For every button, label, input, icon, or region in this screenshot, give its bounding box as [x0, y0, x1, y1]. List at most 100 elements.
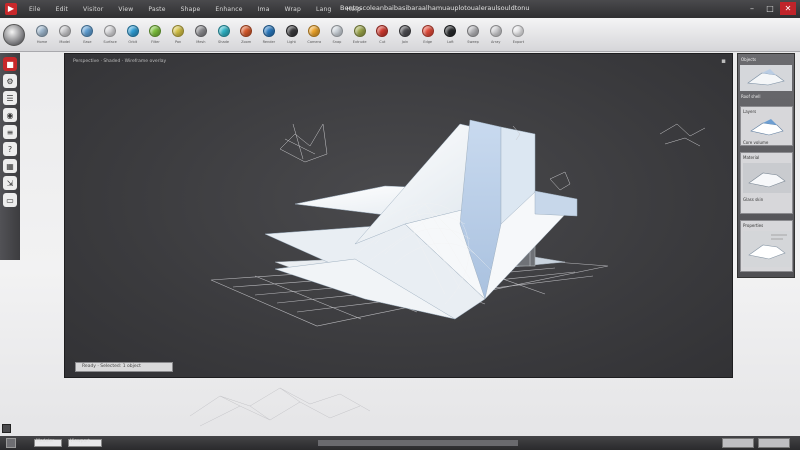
- material-thumbnail[interactable]: [743, 163, 791, 193]
- object-list-item[interactable]: Roof shell: [741, 94, 760, 99]
- tool-label: Model: [59, 40, 70, 44]
- tray-clock[interactable]: [722, 438, 754, 448]
- tool-button[interactable]: Pan: [167, 25, 189, 44]
- left-dock: ■ ⚙ ☰ ◉ ≡? ▦ ⇲ ▭: [0, 53, 20, 260]
- tool-button[interactable]: Join: [394, 25, 416, 44]
- surface-icon: [104, 25, 117, 37]
- camera-icon: [308, 25, 321, 37]
- tool-label: Extrude: [352, 40, 367, 44]
- 3d-viewport[interactable]: Perspective · Shaded · Wireframe overlay…: [64, 53, 733, 378]
- start-button[interactable]: [6, 438, 16, 448]
- tool-group: Home Model Ease Surface Orbit Filter Pan Mesh Sh…: [31, 25, 530, 44]
- edge-icon: [421, 25, 434, 37]
- tool-button[interactable]: Edge: [417, 25, 439, 44]
- tool-button[interactable]: Loft: [439, 25, 461, 44]
- tool-label: Pan: [174, 40, 182, 44]
- tool-button[interactable]: Ease: [76, 25, 98, 44]
- tool-button[interactable]: Array: [485, 25, 507, 44]
- title-bar: ▶ Eile Edit Visitor View Paste Shape Enhance Im…: [0, 0, 800, 18]
- right-panel: Objects Roof shell Layers Core volume Ma…: [737, 53, 795, 278]
- layer-thumbnail[interactable]: [747, 117, 787, 139]
- tool-label: Export: [512, 40, 525, 44]
- sweep-icon: [467, 25, 480, 37]
- camera-icon[interactable]: ◉: [3, 108, 17, 122]
- minimize-button[interactable]: –: [744, 2, 760, 15]
- tool-button[interactable]: Cut: [371, 25, 393, 44]
- shade-icon: [217, 25, 230, 37]
- tool-button[interactable]: Shade: [213, 25, 235, 44]
- model-icon: [58, 25, 71, 37]
- menu-bar: Eile Edit Visitor View Paste Shape Enhance Ima W…: [29, 6, 361, 13]
- light-icon: [285, 25, 298, 37]
- panel-header-material: Material: [743, 155, 760, 160]
- tool-label: Orbit: [128, 40, 138, 44]
- folder-icon[interactable]: ▭: [3, 193, 17, 207]
- tool-button[interactable]: Zoom: [235, 25, 257, 44]
- tool-button[interactable]: Render: [258, 25, 280, 44]
- tool-button[interactable]: Light: [281, 25, 303, 44]
- tool-label: Filter: [151, 40, 160, 44]
- list-icon[interactable]: ≡: [3, 125, 17, 139]
- panel-header-objects: Objects: [741, 57, 757, 62]
- tool-button[interactable]: Orbit: [122, 25, 144, 44]
- extrude-icon: [353, 25, 366, 37]
- panel-header-properties: Properties: [743, 223, 764, 228]
- menu-item[interactable]: Ima: [258, 6, 270, 13]
- help-icon[interactable]: ?: [3, 142, 17, 156]
- menu-item[interactable]: Edit: [56, 6, 68, 13]
- tool-label: Home: [36, 40, 48, 44]
- close-button[interactable]: ✕: [780, 2, 796, 15]
- filter-icon: [149, 25, 162, 37]
- menu-item[interactable]: Shape: [181, 6, 201, 13]
- tool-label: Light: [287, 40, 296, 44]
- taskbar-label-modeler: Modeler: [36, 439, 55, 444]
- tool-label: Surface: [103, 40, 117, 44]
- stop-icon[interactable]: ■: [3, 57, 17, 71]
- menu-item[interactable]: Lang: [316, 6, 331, 13]
- cut-icon: [376, 25, 389, 37]
- layer-list-item[interactable]: Core volume: [743, 140, 768, 145]
- layers-card: Layers Core volume: [740, 106, 793, 146]
- tool-label: Mesh: [196, 40, 206, 44]
- layout-icon[interactable]: ▦: [3, 159, 17, 173]
- ease-icon: [81, 25, 94, 37]
- tool-button[interactable]: Export: [507, 25, 529, 44]
- system-tray: [722, 438, 792, 448]
- application-menu-button[interactable]: [3, 23, 25, 46]
- menu-item[interactable]: Wrap: [285, 6, 301, 13]
- tool-button[interactable]: Home: [31, 25, 53, 44]
- tool-button[interactable]: Filter: [144, 25, 166, 44]
- tool-label: Array: [491, 40, 501, 44]
- menu-item[interactable]: Paste: [148, 6, 165, 13]
- menu-item[interactable]: Enhance: [215, 6, 242, 13]
- maximize-button[interactable]: □: [762, 2, 778, 15]
- gear-icon[interactable]: ⚙: [3, 74, 17, 88]
- model-scene[interactable]: [65, 54, 734, 379]
- tool-button[interactable]: Surface: [99, 25, 121, 44]
- tool-button[interactable]: Sweep: [462, 25, 484, 44]
- app-logo-icon[interactable]: ▶: [5, 3, 17, 15]
- tool-button[interactable]: Model: [54, 25, 76, 44]
- menu-item[interactable]: View: [118, 6, 133, 13]
- tool-button[interactable]: Mesh: [190, 25, 212, 44]
- menu-item[interactable]: Eile: [29, 6, 41, 13]
- tray-language[interactable]: [758, 438, 790, 448]
- notification-icon[interactable]: [2, 424, 11, 433]
- layers-icon[interactable]: ☰: [3, 91, 17, 105]
- material-list-item[interactable]: Glass skin: [743, 197, 763, 202]
- menu-item[interactable]: Visitor: [83, 6, 103, 13]
- properties-thumbnail[interactable]: [743, 231, 791, 267]
- tool-button[interactable]: Snap: [326, 25, 348, 44]
- array-icon: [489, 25, 502, 37]
- tool-label: Camera: [307, 40, 322, 44]
- object-thumbnail[interactable]: [740, 65, 792, 91]
- tool-label: Shade: [218, 40, 229, 44]
- loft-icon: [444, 25, 457, 37]
- scale-icon[interactable]: ⇲: [3, 176, 17, 190]
- properties-card: Properties: [740, 220, 793, 272]
- taskbar-label-viewport: Viewport: [70, 439, 90, 444]
- tool-button[interactable]: Extrude: [349, 25, 371, 44]
- tool-label: Render: [262, 40, 276, 44]
- window-title: Bentoscoleanbaibasibaraalhamuauplotouale…: [340, 4, 530, 12]
- tool-button[interactable]: Camera: [303, 25, 325, 44]
